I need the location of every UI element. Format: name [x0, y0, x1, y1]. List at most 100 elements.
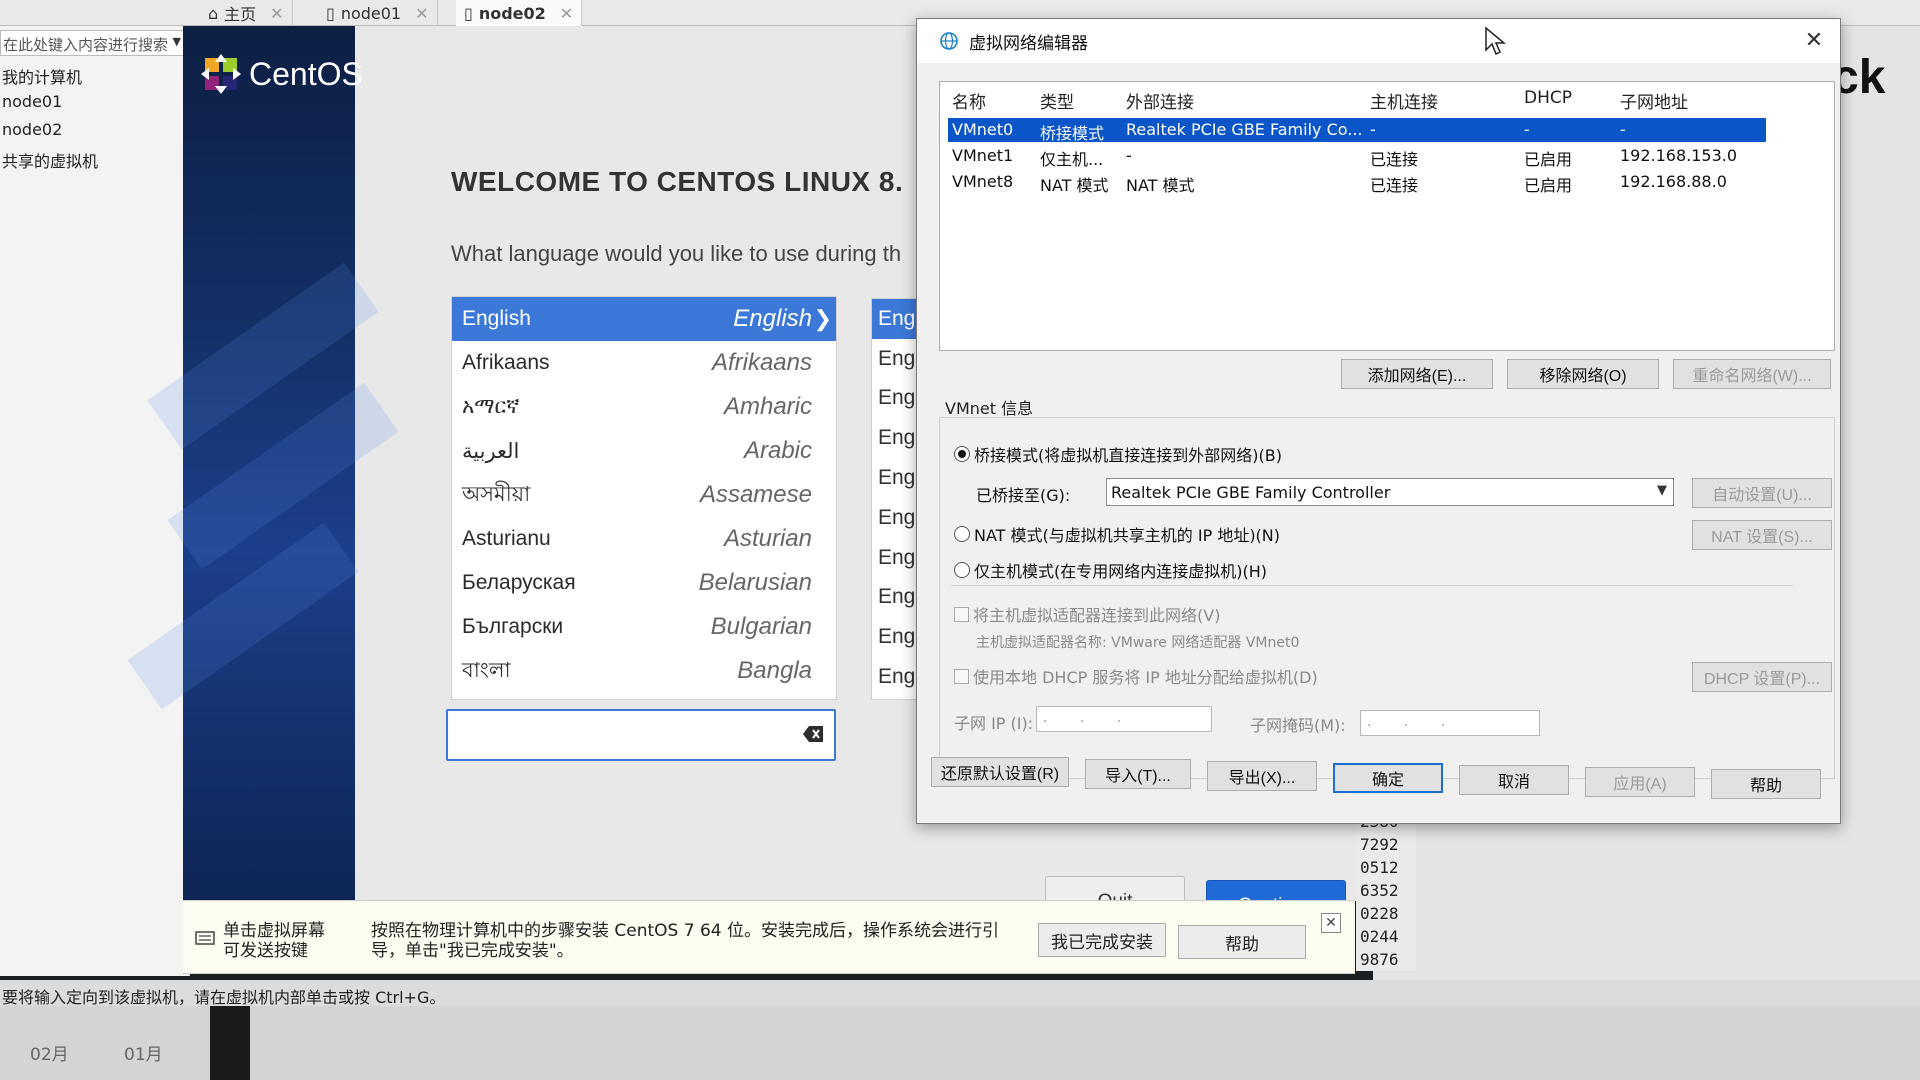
language-english: English	[733, 305, 812, 332]
tab-label: 主页	[224, 5, 257, 24]
column-header-external[interactable]: 外部连接	[1126, 88, 1194, 113]
table-row[interactable]: VMnet1 仅主机... - 已连接 已启用 192.168.153.0	[948, 144, 1766, 169]
install-done-button[interactable]: 我已完成安装	[1038, 923, 1166, 957]
language-list[interactable]: English English ❯ Afrikaans Afrikaans አማር…	[451, 296, 837, 700]
language-row[interactable]: Asturianu Asturian	[452, 517, 836, 561]
language-search-input[interactable]	[446, 709, 836, 761]
tab-label: node01	[340, 3, 402, 23]
locale-row[interactable]: Eng	[872, 498, 922, 538]
column-header-dhcp[interactable]: DHCP	[1524, 88, 1572, 108]
cell-external: NAT 模式	[1126, 176, 1195, 195]
vmnet-info-group: 桥接模式(将虚拟机直接连接到外部网络)(B) 已桥接至(G): Realtek …	[939, 417, 1835, 779]
add-network-button[interactable]: 添加网络(E)...	[1341, 359, 1493, 389]
import-button[interactable]: 导入(T)...	[1085, 759, 1191, 789]
bridged-adapter-select[interactable]: Realtek PCIe GBE Family Controller ▼	[1106, 478, 1674, 506]
cell-subnet: -	[1620, 120, 1626, 139]
close-icon[interactable]: ✕	[270, 4, 283, 23]
language-row[interactable]: অসমীয়া Assamese	[452, 473, 836, 517]
chevron-down-icon[interactable]: ▼	[173, 35, 181, 48]
library-item-node01[interactable]: node01	[2, 92, 62, 111]
column-header-subnet[interactable]: 子网地址	[1620, 88, 1688, 113]
tab-home[interactable]: ⌂ 主页 ✕	[200, 0, 293, 26]
host-only-option[interactable]: 仅主机模式(在专用网络内连接虚拟机)(H)	[954, 558, 1267, 582]
radio-icon[interactable]	[954, 526, 970, 542]
language-row[interactable]: العربية Arabic	[452, 429, 836, 473]
rename-network-button[interactable]: 重命名网络(W)...	[1673, 359, 1831, 389]
library-panel: 在此处键入内容进行搜索 ▼ 我的计算机 node01 node02 共享的虚拟机	[0, 26, 190, 976]
export-button[interactable]: 导出(X)...	[1207, 761, 1317, 791]
ok-button[interactable]: 确定	[1333, 763, 1443, 793]
help-button[interactable]: 帮助	[1178, 925, 1306, 959]
remove-network-button[interactable]: 移除网络(O)	[1507, 359, 1659, 389]
locale-row[interactable]: Eng	[872, 418, 922, 458]
language-row[interactable]: English English ❯	[452, 297, 836, 341]
nat-settings-button[interactable]: NAT 设置(S)...	[1692, 520, 1832, 550]
library-item-node02[interactable]: node02	[2, 120, 62, 139]
locale-row[interactable]: Eng	[872, 339, 922, 379]
checkbox-icon[interactable]	[954, 668, 969, 684]
language-row[interactable]: Беларуская Belarusian	[452, 561, 836, 605]
subnet-mask-input[interactable]: . . .	[1360, 710, 1540, 736]
status-bar: 要将输入定向到该虚拟机，请在虚拟机内部单击或按 Ctrl+G。	[0, 980, 1920, 1007]
column-header-name[interactable]: 名称	[952, 88, 986, 113]
number-line: 9876	[1360, 950, 1399, 969]
separator	[951, 585, 1793, 586]
cell-dhcp: -	[1524, 120, 1530, 139]
dhcp-settings-button[interactable]: DHCP 设置(P)...	[1692, 662, 1832, 692]
close-icon[interactable]: ✕	[1321, 913, 1341, 933]
network-table[interactable]: 名称 类型 外部连接 主机连接 DHCP 子网地址 VMnet0 桥接模式 Re…	[939, 81, 1835, 351]
language-english: Assamese	[699, 481, 812, 508]
cancel-button[interactable]: 取消	[1459, 765, 1569, 795]
locale-row[interactable]: Eng	[872, 538, 922, 578]
tab-node02[interactable]: ▯ node02 ✕	[456, 0, 583, 26]
column-header-host[interactable]: 主机连接	[1370, 88, 1438, 113]
tab-node01[interactable]: ▯ node01 ✕	[318, 0, 438, 26]
cell-type: 桥接模式	[1040, 124, 1105, 143]
use-dhcp-option[interactable]: 使用本地 DHCP 服务将 IP 地址分配给虚拟机(D)	[954, 664, 1318, 688]
install-info-bar: 单击虚拟屏幕 可发送按键 按照在物理计算机中的步骤安装 CentOS 7 64 …	[183, 900, 1355, 974]
keyboard-icon	[195, 931, 215, 945]
close-icon[interactable]: ✕	[560, 4, 573, 23]
close-icon[interactable]: ✕	[415, 4, 428, 23]
nat-mode-option[interactable]: NAT 模式(与虚拟机共享主机的 IP 地址)(N)	[954, 522, 1280, 546]
close-icon[interactable]: ✕	[1800, 27, 1828, 55]
taskbar-divider	[210, 1006, 250, 1080]
connect-adapter-option[interactable]: 将主机虚拟适配器连接到此网络(V)	[954, 602, 1220, 626]
bridged-mode-option[interactable]: 桥接模式(将虚拟机直接连接到外部网络)(B)	[954, 442, 1282, 466]
cell-name: VMnet0	[952, 120, 1014, 139]
radio-selected-icon[interactable]	[954, 446, 970, 462]
calendar-month: 01月	[124, 1045, 163, 1065]
tab-label: node02	[478, 3, 546, 23]
locale-row[interactable]: Eng	[872, 299, 922, 339]
apply-button[interactable]: 应用(A)	[1585, 767, 1695, 797]
radio-icon[interactable]	[954, 562, 970, 578]
language-native: Български	[462, 615, 564, 638]
library-search-input[interactable]: 在此处键入内容进行搜索 ▼	[0, 30, 188, 56]
restore-defaults-button[interactable]: 还原默认设置(R)	[931, 757, 1069, 787]
locale-row[interactable]: Eng	[872, 617, 922, 657]
subnet-ip-input[interactable]: . . .	[1036, 706, 1212, 732]
cell-subnet: 192.168.88.0	[1620, 172, 1727, 191]
locale-row[interactable]: Eng	[872, 657, 922, 697]
library-item-shared-vms[interactable]: 共享的虚拟机	[2, 148, 98, 172]
locale-row[interactable]: Eng	[872, 379, 922, 419]
taskbar	[0, 1006, 1920, 1080]
table-row[interactable]: VMnet8 NAT 模式 NAT 模式 已连接 已启用 192.168.88.…	[948, 170, 1766, 195]
checkbox-icon[interactable]	[954, 606, 969, 622]
centos-logo: CentOS	[201, 54, 363, 94]
clear-input-icon[interactable]	[802, 725, 824, 743]
language-row[interactable]: አማርኛ Amharic	[452, 385, 836, 429]
locale-row[interactable]: Eng	[872, 458, 922, 498]
language-row[interactable]: বাংলা Bangla	[452, 649, 836, 693]
help-button[interactable]: 帮助	[1711, 769, 1821, 799]
language-row[interactable]: Afrikaans Afrikaans	[452, 341, 836, 385]
connect-adapter-label: 将主机虚拟适配器连接到此网络(V)	[973, 606, 1221, 625]
table-row[interactable]: VMnet0 桥接模式 Realtek PCIe GBE Family Co..…	[948, 118, 1766, 143]
locale-row[interactable]: Eng	[872, 578, 922, 618]
column-header-type[interactable]: 类型	[1040, 88, 1074, 113]
language-row[interactable]: Български Bulgarian	[452, 605, 836, 649]
library-item-my-computer[interactable]: 我的计算机	[2, 64, 82, 88]
cell-external: -	[1126, 146, 1132, 165]
language-native: English	[462, 307, 531, 330]
auto-settings-button[interactable]: 自动设置(U)...	[1692, 478, 1832, 508]
